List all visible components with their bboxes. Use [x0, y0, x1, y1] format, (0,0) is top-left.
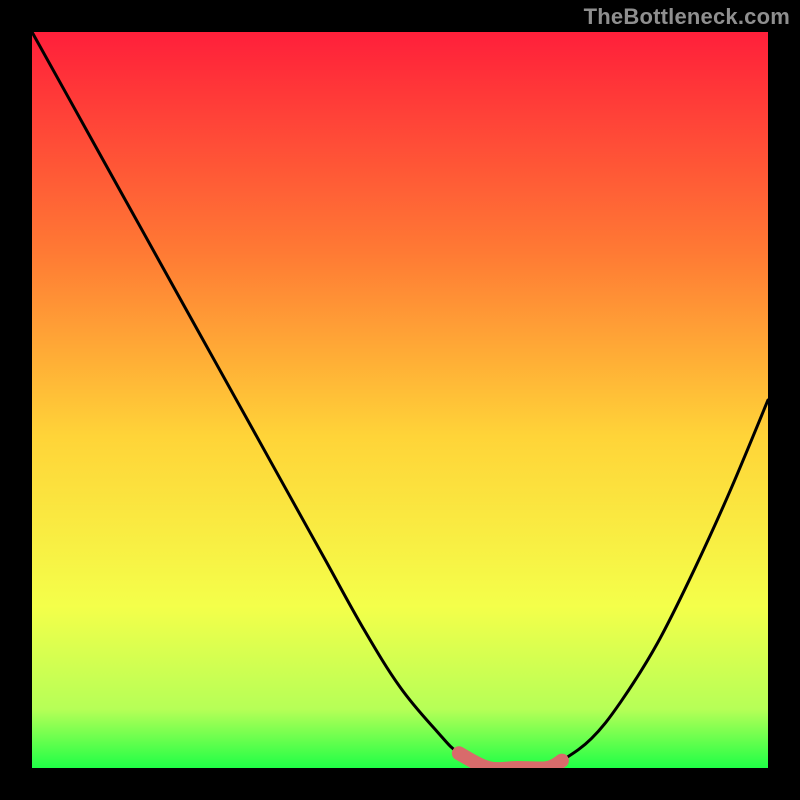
- plot-area: [32, 32, 768, 768]
- background-gradient: [32, 32, 768, 768]
- watermark-text: TheBottleneck.com: [584, 4, 790, 30]
- chart-frame: TheBottleneck.com: [0, 0, 800, 800]
